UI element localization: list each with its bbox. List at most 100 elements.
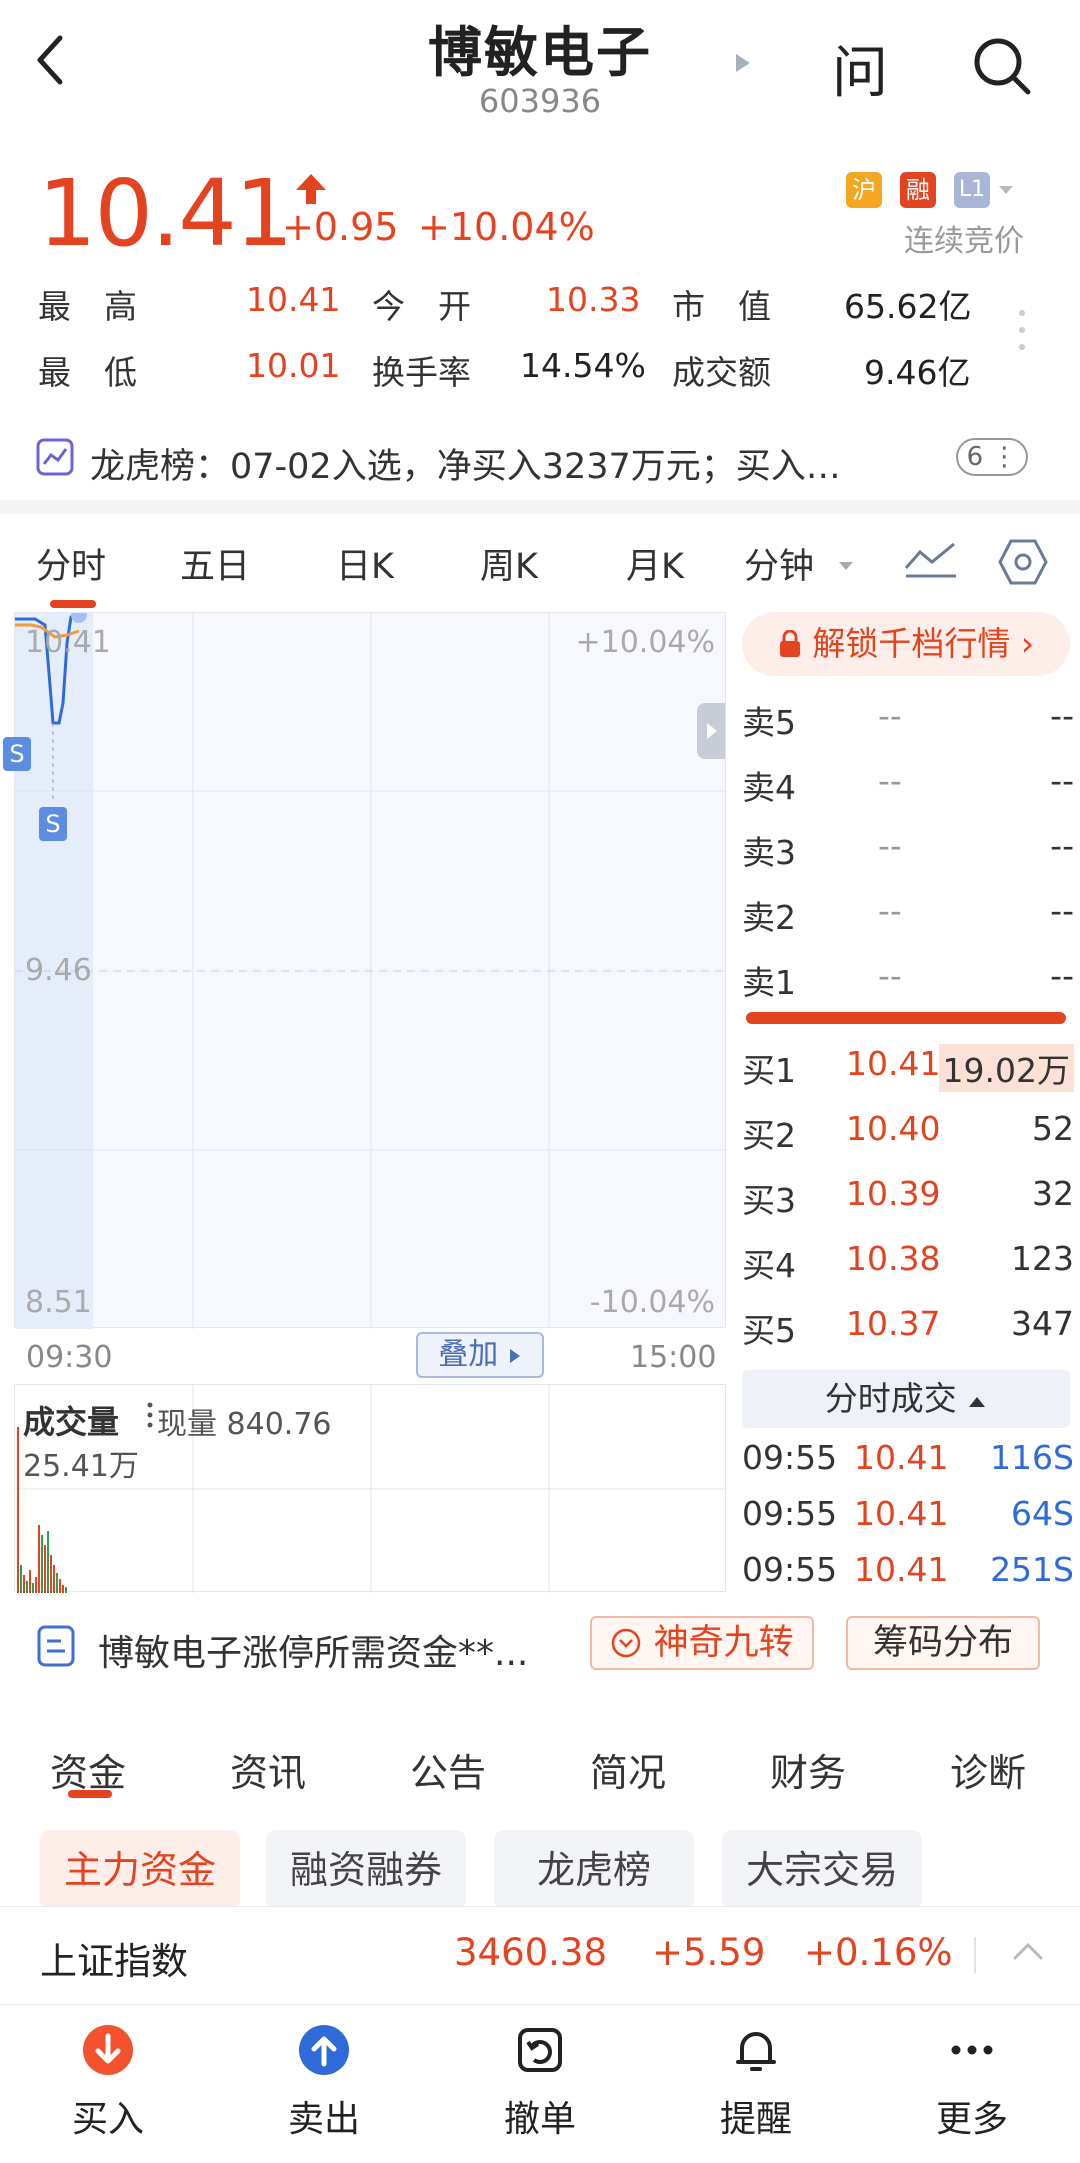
tab-5day[interactable]: 五日 — [180, 538, 250, 589]
stat-open-value: 10.33 — [546, 280, 641, 319]
bid-vol: 19.02万 — [938, 1044, 1074, 1092]
lhb-bar[interactable]: 龙虎榜：07-02入选，净买入3237万元；买入… 6 ⋮ — [0, 420, 1080, 498]
ask-label: 卖3 — [742, 833, 796, 872]
intraday-chart[interactable]: S S 10.41 +10.04% 9.46 8.51 -10.04% — [3, 612, 727, 1329]
subtab-diagnosis[interactable]: 诊断 — [950, 1742, 1026, 1797]
tab-monthly-k[interactable]: 月K — [626, 538, 684, 589]
cancel-order-icon — [518, 2028, 562, 2072]
sell-marker[interactable]: S — [3, 737, 31, 771]
bid-vol: 32 — [1032, 1174, 1074, 1213]
bid-row: 买1 10.41 19.02万 — [742, 1036, 1074, 1096]
ask-button[interactable]: 问 — [832, 28, 888, 109]
tab-intraday[interactable]: 分时 — [36, 538, 106, 589]
bid-vol: 123 — [1011, 1239, 1074, 1278]
pct-high-label: +10.04% — [575, 625, 715, 660]
nav-more-label: 更多 — [935, 2099, 1008, 2140]
index-ticker-bar[interactable]: 上证指数 3460.38 +5.59 +0.16% — [0, 1906, 1080, 2002]
bid-row: 买5 10.37 347 — [742, 1296, 1074, 1356]
chevron-down-icon[interactable] — [996, 180, 1016, 204]
stat-turnover-label: 换手率 — [372, 353, 471, 392]
bid-vol: 52 — [1032, 1109, 1074, 1148]
caret-up-icon — [969, 1396, 986, 1407]
ask-row: 卖2 -- -- — [742, 883, 1074, 943]
price-mid-label: 9.46 — [25, 953, 92, 988]
ask-row: 卖3 -- -- — [742, 818, 1074, 878]
pill-block-trade[interactable]: 大宗交易 — [722, 1830, 922, 1910]
index-name: 上证指数 — [40, 1940, 188, 1983]
chevron-up-icon[interactable] — [1010, 1939, 1046, 1967]
divider — [974, 1937, 976, 1973]
tab-weekly-k[interactable]: 周K — [480, 538, 538, 589]
current-price: 10.41 — [38, 160, 293, 267]
settings-hex-icon[interactable] — [998, 538, 1048, 590]
stat-mktcap-label: 市 值 — [672, 287, 771, 326]
market-tag-sh: 沪 — [846, 172, 882, 208]
margin-tag: 融 — [900, 172, 936, 208]
level1-tag[interactable]: L1 — [954, 172, 990, 208]
sell-marker[interactable]: S — [39, 807, 67, 841]
subtab-finance[interactable]: 财务 — [770, 1742, 846, 1797]
stat-open-label: 今 开 — [372, 287, 471, 326]
news-text: 博敏电子涨停所需资金**... — [98, 1633, 529, 1674]
trades-header[interactable]: 分时成交 — [742, 1370, 1070, 1428]
price-change: +0.95 — [282, 205, 399, 249]
ask-price: -- — [878, 696, 902, 735]
nav-more[interactable]: 更多 — [912, 2024, 1032, 2142]
caret-right-icon[interactable] — [734, 52, 752, 78]
tab-daily-k[interactable]: 日K — [336, 538, 394, 589]
bid-price: 10.38 — [846, 1239, 941, 1278]
document-icon — [36, 1624, 76, 1672]
lhb-count-badge[interactable]: 6 ⋮ — [956, 438, 1028, 476]
ask-vol: -- — [1050, 761, 1074, 800]
lhb-count: 6 — [966, 442, 984, 472]
subtab-announcement[interactable]: 公告 — [410, 1742, 486, 1797]
volume-chart[interactable]: 成交量 现量 840.76 25.41万 — [14, 1384, 727, 1593]
trade-time: 09:55 — [742, 1494, 838, 1533]
stat-amount-label: 成交额 — [672, 353, 771, 392]
index-value: 3460.38 — [454, 1931, 608, 1974]
stat-turnover-value: 14.54% — [520, 346, 646, 385]
subtab-news[interactable]: 资讯 — [230, 1742, 306, 1797]
pill-margin[interactable]: 融资融券 — [266, 1830, 466, 1910]
nav-cancel[interactable]: 撤单 — [480, 2024, 600, 2142]
expand-panel-handle[interactable] — [697, 703, 725, 759]
search-icon[interactable] — [970, 34, 1034, 102]
ask-price: -- — [878, 761, 902, 800]
trade-row: 09:55 10.41 64S — [742, 1494, 1074, 1544]
magic-nine-button[interactable]: 神奇九转 — [590, 1616, 814, 1670]
pill-lhb[interactable]: 龙虎榜 — [494, 1830, 694, 1910]
price-high-label: 10.41 — [25, 625, 111, 660]
news-item[interactable]: 博敏电子涨停所需资金**... — [36, 1618, 596, 1674]
stock-code: 603936 — [478, 82, 602, 120]
trade-time: 09:55 — [742, 1438, 838, 1477]
bid-row: 买4 10.38 123 — [742, 1231, 1074, 1291]
more-vertical-icon[interactable] — [147, 1401, 153, 1433]
overlay-button[interactable]: 叠加 — [416, 1332, 544, 1378]
chip-distribution-button[interactable]: 筹码分布 — [846, 1616, 1040, 1670]
more-vertical-icon[interactable] — [1018, 308, 1026, 356]
subtab-fund[interactable]: 资金 — [50, 1742, 126, 1797]
nav-sell[interactable]: 卖出 — [264, 2024, 384, 2142]
trade-price: 10.41 — [854, 1494, 949, 1533]
indicator-icon[interactable] — [904, 540, 958, 584]
chevron-down-icon[interactable] — [836, 556, 856, 580]
volume-label[interactable]: 成交量 — [23, 1397, 119, 1443]
unlock-level2-button[interactable]: 解锁千档行情 › — [742, 612, 1070, 676]
overlay-label: 叠加 — [438, 1337, 499, 1372]
nav-cancel-label: 撤单 — [503, 2099, 576, 2140]
divider — [0, 1688, 1080, 1702]
subtab-profile[interactable]: 简况 — [590, 1742, 666, 1797]
magic-nine-label: 神奇九转 — [653, 1623, 794, 1663]
nav-buy[interactable]: 买入 — [48, 2024, 168, 2142]
unlock-label: 解锁千档行情 — [812, 624, 1011, 663]
time-end-label: 15:00 — [630, 1340, 717, 1375]
trade-time: 09:55 — [742, 1550, 838, 1589]
bell-icon — [736, 2032, 776, 2071]
pill-main-fund[interactable]: 主力资金 — [40, 1830, 240, 1910]
tab-minute[interactable]: 分钟 — [744, 538, 814, 589]
trade-vol: 251S — [990, 1550, 1074, 1589]
stat-low-label: 最 低 — [38, 353, 137, 392]
nav-alert[interactable]: 提醒 — [696, 2024, 816, 2142]
ask-vol: -- — [1050, 891, 1074, 930]
ask-price: -- — [878, 891, 902, 930]
